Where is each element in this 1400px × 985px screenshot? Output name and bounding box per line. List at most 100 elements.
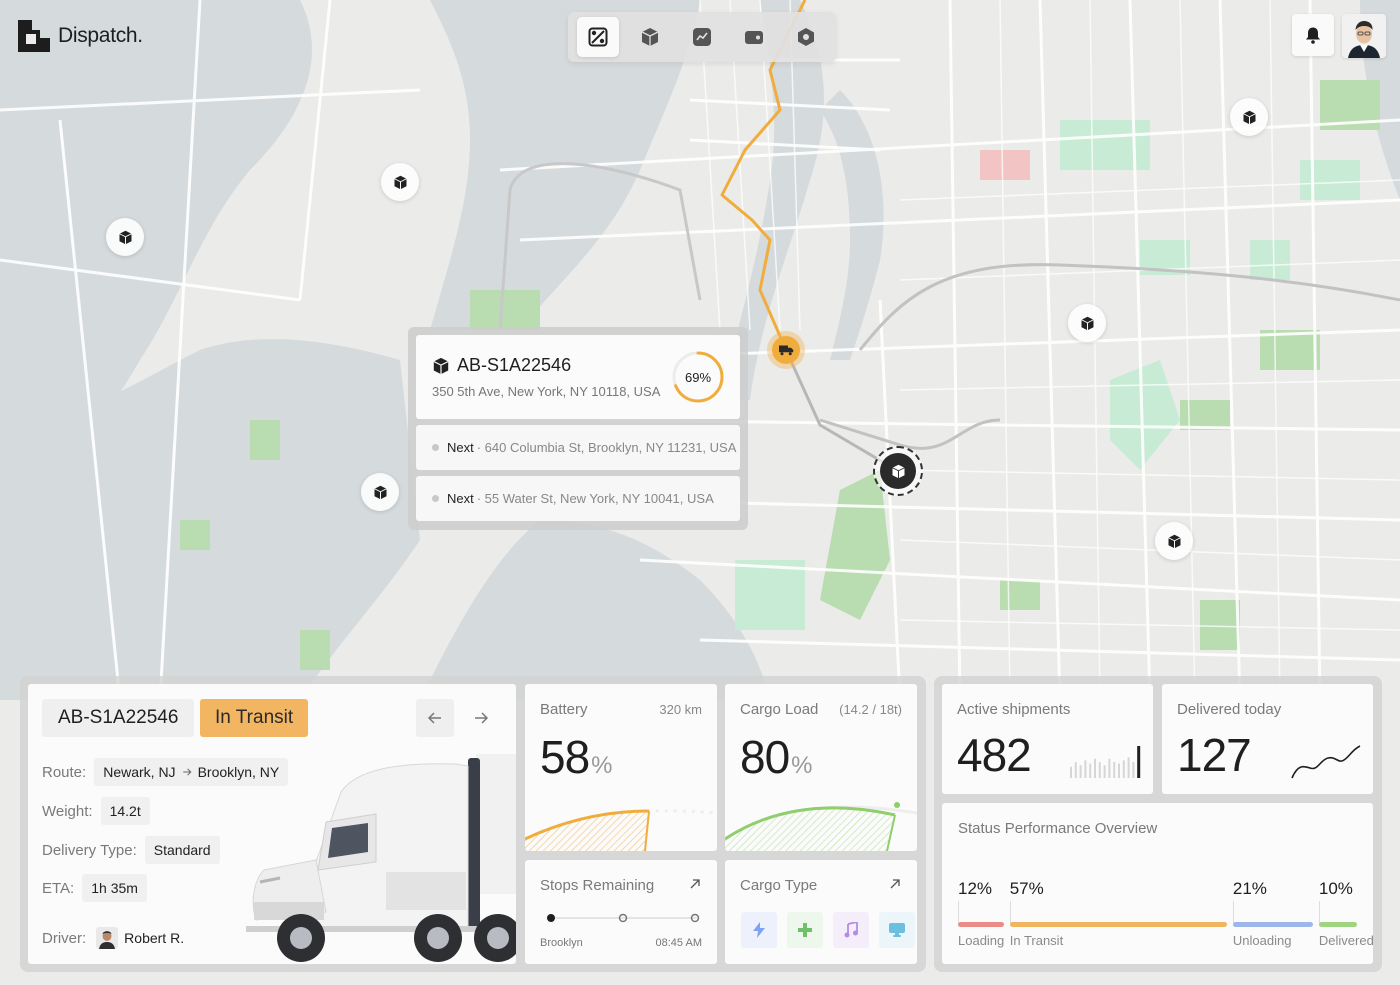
bell-icon xyxy=(1306,27,1320,44)
spark-bar xyxy=(1113,762,1116,778)
progress-ring: 69% xyxy=(672,351,724,403)
truck-location-pin[interactable] xyxy=(767,331,805,369)
driver-label: Driver: xyxy=(42,929,87,947)
cargo-type-card[interactable]: Cargo Type xyxy=(725,860,917,964)
route-label: Route: xyxy=(42,763,87,781)
stop-dot xyxy=(432,444,439,451)
expand-arrow-icon[interactable] xyxy=(689,878,701,890)
spark-bar xyxy=(1094,758,1096,778)
next-stop-address: · 640 Columbia St, Brooklyn, NY 11231, U… xyxy=(476,440,737,455)
stops-remaining-card[interactable]: Stops Remaining Brooklyn 08:45 AM xyxy=(525,860,717,964)
package-pin[interactable] xyxy=(381,163,419,201)
spark-bar xyxy=(1074,762,1077,778)
package-pin[interactable] xyxy=(1155,522,1193,560)
weight-row: Weight: 14.2t xyxy=(42,797,150,825)
status-performance-card[interactable]: Status Performance Overview 12% Loading 57… xyxy=(942,803,1374,964)
next-label: Next xyxy=(447,440,474,455)
next-stop-row[interactable]: Next · 55 Water St, New York, NY 10041, … xyxy=(416,476,740,521)
status-segment[interactable]: 10% Delivered xyxy=(1318,879,1374,948)
cargo-type-media[interactable] xyxy=(833,912,869,948)
package-icon xyxy=(1080,316,1094,330)
driver-chip[interactable]: Robert R. xyxy=(94,921,193,955)
medical-cross-icon xyxy=(798,923,812,937)
delivered-today-card[interactable]: Delivered today 127 xyxy=(1162,684,1373,794)
status-segment[interactable]: 21% Unloading xyxy=(1232,879,1313,948)
shipment-popup[interactable]: AB-S1A22546 350 5th Ave, New York, NY 10… xyxy=(408,327,748,530)
destination-pin-badge xyxy=(880,453,916,489)
next-stop-address: · 55 Water St, New York, NY 10041, USA xyxy=(476,491,714,506)
cargo-load-card[interactable]: Cargo Load (14.2 / 18t) 80% xyxy=(725,684,917,851)
app-name: Dispatch. xyxy=(58,24,143,47)
expand-arrow-icon[interactable] xyxy=(889,878,901,890)
destination-pin[interactable] xyxy=(873,446,923,496)
cargo-load-label: Cargo Load xyxy=(740,701,819,718)
spark-bar xyxy=(1070,766,1072,778)
package-pin[interactable] xyxy=(1068,304,1106,342)
tab-analytics[interactable] xyxy=(681,17,723,57)
wallet-icon xyxy=(745,31,763,44)
weight-label: Weight: xyxy=(42,802,93,820)
package-icon xyxy=(1167,534,1181,548)
dispatch-logo-icon xyxy=(18,20,50,52)
battery-value: 58 xyxy=(540,731,590,783)
user-avatar-button[interactable] xyxy=(1342,14,1386,58)
package-pin[interactable] xyxy=(106,218,144,256)
spark-bar xyxy=(1079,765,1082,778)
spark-bar xyxy=(1089,763,1092,778)
music-note-icon xyxy=(844,922,858,938)
vehicle-panel: AB-S1A22546 In Transit Route: Newark, NJ… xyxy=(20,676,926,972)
tab-wallet[interactable] xyxy=(733,17,775,57)
app-logo[interactable]: Dispatch. xyxy=(18,20,143,52)
prev-vehicle-button[interactable] xyxy=(416,699,454,737)
driver-avatar xyxy=(96,927,119,949)
active-shipments-card[interactable]: Active shipments 482 xyxy=(942,684,1153,794)
next-vehicle-button[interactable] xyxy=(462,699,500,737)
cargo-load-unit: % xyxy=(791,752,812,779)
notifications-button[interactable] xyxy=(1292,14,1334,56)
vehicle-card: AB-S1A22546 In Transit Route: Newark, NJ… xyxy=(28,684,516,964)
spark-bar xyxy=(1132,762,1135,778)
cargo-type-electronics[interactable] xyxy=(741,912,777,948)
segment-percent: 57% xyxy=(1009,879,1044,898)
spark-bar xyxy=(1118,763,1120,778)
eta-row: ETA: 1h 35m xyxy=(42,874,147,902)
cargo-capacity: (14.2 / 18t) xyxy=(839,702,902,717)
spark-bar xyxy=(1084,760,1087,778)
delivery-type-label: Delivery Type: xyxy=(42,841,137,859)
stops-from: Brooklyn xyxy=(540,937,583,949)
cargo-type-medical[interactable] xyxy=(787,912,823,948)
package-pin[interactable] xyxy=(361,473,399,511)
battery-card[interactable]: Battery 320 km 58% xyxy=(525,684,717,851)
tab-packages[interactable] xyxy=(629,17,671,57)
next-label: Next xyxy=(447,491,474,506)
tab-map-route[interactable] xyxy=(577,17,619,57)
cargo-type-devices[interactable] xyxy=(879,912,915,948)
tab-settings[interactable] xyxy=(785,17,827,57)
package-icon xyxy=(891,464,905,478)
next-stop-row[interactable]: Next · 640 Columbia St, Brooklyn, NY 112… xyxy=(416,425,740,470)
segment-percent: 12% xyxy=(958,879,993,898)
package-icon xyxy=(1242,110,1256,124)
status-segment[interactable]: 12% Loading xyxy=(958,879,1004,948)
segment-label: Delivered xyxy=(1318,933,1374,948)
weight-value: 14.2t xyxy=(100,797,150,825)
spark-bar xyxy=(1098,762,1101,778)
truck-image xyxy=(246,754,516,962)
arrow-right-icon xyxy=(182,768,192,776)
monitor-icon xyxy=(889,923,905,937)
spark-bar xyxy=(1103,765,1106,778)
segment-tick xyxy=(1318,901,1320,923)
lightning-icon xyxy=(753,922,765,938)
vehicle-id: AB-S1A22546 xyxy=(42,699,195,737)
stop-dot xyxy=(432,495,439,502)
package-icon xyxy=(373,485,387,499)
delivered-today-value: 127 xyxy=(1177,729,1252,781)
package-pin[interactable] xyxy=(1230,98,1268,136)
stops-time: 08:45 AM xyxy=(655,937,702,949)
settings-hex-icon xyxy=(798,28,814,46)
status-segment[interactable]: 57% In Transit xyxy=(1009,879,1227,948)
route-from: Newark, NJ xyxy=(103,764,176,780)
arrow-right-icon xyxy=(475,712,489,724)
segment-percent: 10% xyxy=(1318,879,1353,898)
driver-name: Robert R. xyxy=(124,930,185,946)
